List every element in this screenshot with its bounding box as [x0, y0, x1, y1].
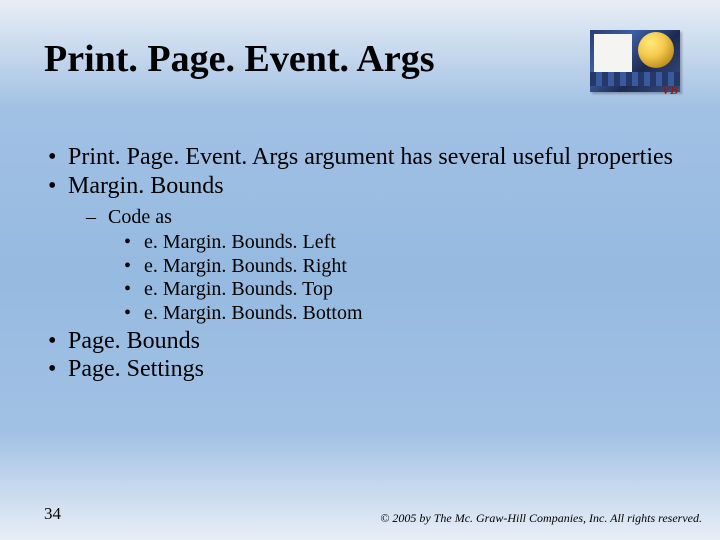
bullet-item: Margin. Bounds Code as e. Margin. Bounds… [66, 173, 680, 326]
slide: Print. Page. Event. Args VB Print. Page.… [0, 0, 720, 540]
page-number: 34 [44, 504, 61, 524]
sub-sub-item: e. Margin. Bounds. Top [138, 278, 680, 302]
bullet-item: Page. Settings [66, 356, 680, 383]
copyright-text: © 2005 by The Mc. Graw-Hill Companies, I… [380, 511, 702, 526]
decorative-globe-art: VB [590, 30, 680, 92]
bullet-item: Print. Page. Event. Args argument has se… [66, 144, 680, 171]
vb-label: VB [662, 83, 678, 98]
sub-list: Code as e. Margin. Bounds. Left e. Margi… [68, 206, 680, 326]
slide-title: Print. Page. Event. Args [44, 40, 680, 80]
sub-sub-item: e. Margin. Bounds. Right [138, 255, 680, 279]
sub-sub-item: e. Margin. Bounds. Bottom [138, 302, 680, 326]
sub-sub-item: e. Margin. Bounds. Left [138, 231, 680, 255]
bullet-text: Margin. Bounds [68, 173, 224, 199]
sub-item: Code as e. Margin. Bounds. Left e. Margi… [102, 206, 680, 326]
bullet-item: Page. Bounds [66, 328, 680, 355]
sub-text: Code as [108, 206, 172, 228]
globe-icon [638, 32, 674, 68]
sub-sub-list: e. Margin. Bounds. Left e. Margin. Bound… [108, 231, 680, 325]
title-row: Print. Page. Event. Args VB [44, 40, 680, 80]
bullet-list-main: Print. Page. Event. Args argument has se… [44, 144, 680, 383]
